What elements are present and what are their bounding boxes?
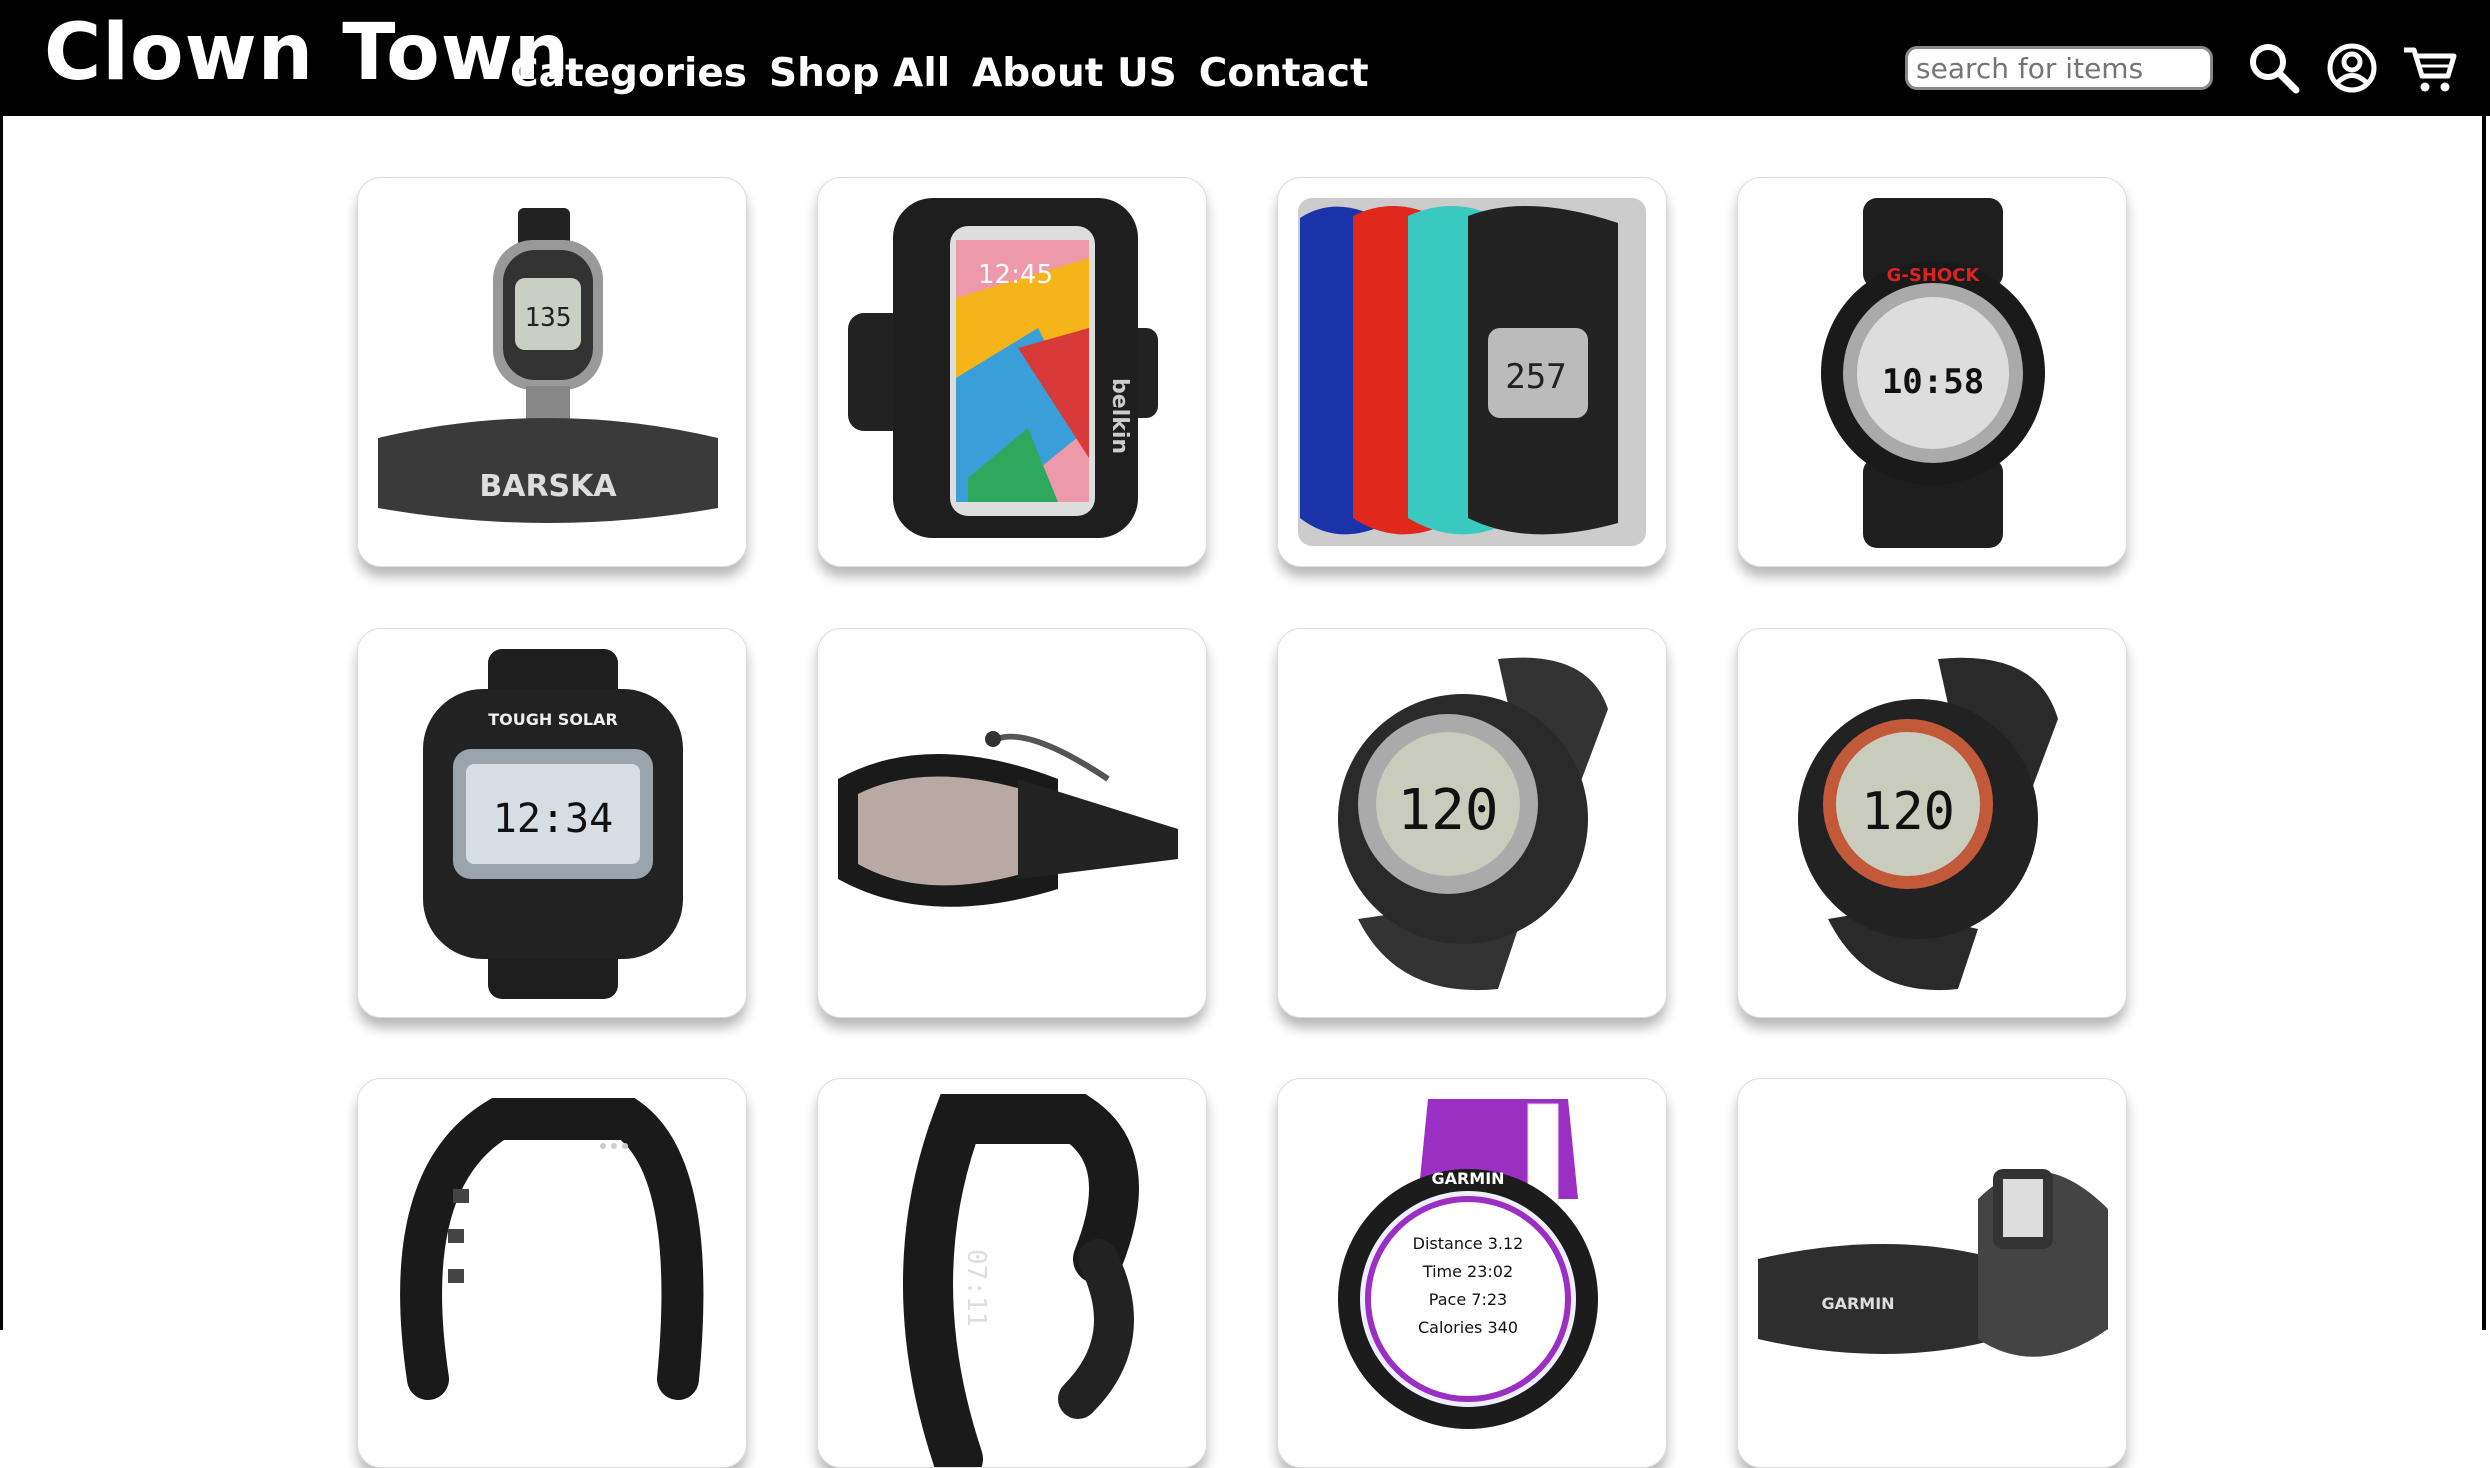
cart-icon[interactable]	[2400, 38, 2460, 98]
product-card-hr-watch-orange[interactable]: 120	[1737, 628, 2127, 1018]
product-card-fitness-band[interactable]	[357, 1078, 747, 1468]
garmin-label: GARMIN	[1431, 1169, 1504, 1188]
hr-value-orange: 120	[1861, 782, 1955, 842]
svg-text:135: 135	[525, 303, 572, 333]
product-card-barska-watch[interactable]: 135 BARSKA	[357, 177, 747, 567]
product-card-garmin-purple[interactable]: GARMIN Distance 3.12 Time 23:02 Pace 7:2…	[1277, 1078, 1667, 1468]
garmin-purple-watch-icon: GARMIN Distance 3.12 Time 23:02 Pace 7:2…	[1338, 1099, 1598, 1429]
product-card-casio-watch[interactable]: TOUGH SOLAR 12:34	[357, 628, 747, 1018]
product-card-g-shock[interactable]: G-SHOCK 10:58	[1737, 177, 2127, 567]
product-card-phone-armband[interactable]: 12:45 belkin	[817, 177, 1207, 567]
nav-categories[interactable]: Categories	[510, 54, 747, 93]
belkin-phone-armband-icon: 12:45 belkin	[848, 198, 1158, 538]
fitness-band-icon	[400, 1098, 704, 1400]
heart-rate-watch-orange-icon: 120	[1798, 657, 2058, 991]
casio-tough-solar-watch-icon: TOUGH SOLAR 12:34	[423, 649, 683, 999]
product-card-garmin-strap[interactable]: GARMIN	[1737, 1078, 2127, 1468]
search-icon[interactable]	[2244, 38, 2304, 98]
garmin-time: Time 23:02	[1422, 1262, 1513, 1281]
account-icon[interactable]	[2322, 38, 2382, 98]
nav-shop-all[interactable]: Shop All	[769, 54, 950, 93]
search-input[interactable]	[1905, 46, 2213, 90]
svg-text:07:11: 07:11	[961, 1249, 991, 1327]
casio-time: 12:34	[493, 796, 613, 842]
g-shock-label: G-SHOCK	[1887, 265, 1981, 286]
product-card-hr-watch[interactable]: 120	[1277, 628, 1667, 1018]
nav-contact[interactable]: Contact	[1199, 54, 1369, 93]
barska-heart-monitor-watch-icon: 135 BARSKA	[378, 208, 718, 523]
product-card-bracelet-watch[interactable]: 07:11	[817, 1078, 1207, 1468]
top-navbar: Clown Town Categories Shop All About US …	[0, 0, 2490, 116]
product-card-color-watches[interactable]: 257	[1277, 177, 1667, 567]
brand-logo[interactable]: Clown Town	[44, 14, 570, 92]
nav-about-us[interactable]: About US	[972, 54, 1177, 93]
product-card-goggles[interactable]	[817, 628, 1207, 1018]
casio-brand: TOUGH SOLAR	[488, 710, 618, 729]
phone-time: 12:45	[978, 260, 1053, 290]
garmin-chest-strap-watch-icon: GARMIN	[1758, 1169, 2108, 1357]
g-shock-watch-icon: G-SHOCK 10:58	[1821, 198, 2045, 548]
bracelet-watch-icon: 07:11	[903, 1094, 1139, 1467]
hr-value: 120	[1397, 778, 1498, 843]
garmin-strap-label: GARMIN	[1821, 1294, 1894, 1313]
colorful-sport-watches-icon: 257	[1298, 198, 1646, 546]
garmin-distance: Distance 3.12	[1413, 1234, 1524, 1253]
belkin-label: belkin	[1107, 378, 1132, 454]
heart-rate-watch-icon: 120	[1338, 657, 1608, 991]
garmin-pace: Pace 7:23	[1429, 1290, 1507, 1309]
main-nav: Categories Shop All About US Contact	[510, 54, 1391, 93]
barska-label: BARSKA	[479, 469, 617, 504]
swim-goggles-icon	[838, 731, 1178, 907]
svg-text:257: 257	[1505, 357, 1566, 397]
garmin-calories: Calories 340	[1418, 1318, 1518, 1337]
g-shock-time: 10:58	[1882, 362, 1984, 402]
